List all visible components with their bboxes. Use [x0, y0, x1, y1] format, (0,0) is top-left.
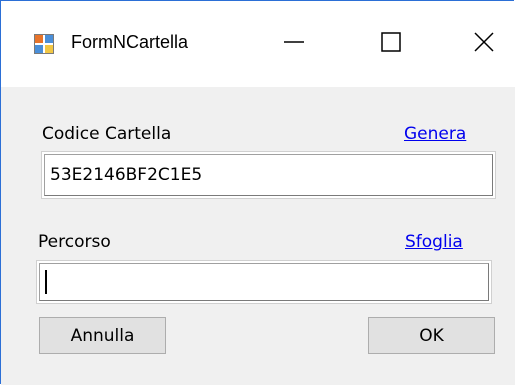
form-body: Codice Cartella Genera Percorso Sfoglia … — [1, 87, 515, 385]
percorso-input[interactable] — [39, 263, 489, 301]
annulla-button[interactable]: Annulla — [39, 317, 166, 354]
close-button[interactable] — [461, 21, 507, 67]
minimize-icon — [283, 31, 305, 57]
maximize-icon — [380, 31, 402, 57]
codice-cartella-input[interactable] — [44, 154, 493, 196]
window-title: FormNCartella — [71, 32, 189, 52]
maximize-button[interactable] — [368, 21, 414, 67]
ok-button[interactable]: OK — [368, 317, 495, 354]
minimize-button[interactable] — [271, 21, 317, 67]
sfoglia-link[interactable]: Sfoglia — [405, 232, 463, 252]
genera-link[interactable]: Genera — [404, 124, 466, 144]
title-bar[interactable]: FormNCartella — [1, 1, 515, 87]
codice-cartella-label: Codice Cartella — [42, 124, 172, 144]
ok-button-label: OK — [419, 325, 444, 346]
percorso-label: Percorso — [38, 232, 111, 252]
form-window: FormNCartella Codice Cartella Genera 53E… — [0, 0, 515, 385]
app-icon — [34, 34, 54, 54]
close-icon — [473, 31, 495, 57]
annulla-button-label: Annulla — [70, 325, 135, 346]
text-caret — [45, 270, 47, 294]
